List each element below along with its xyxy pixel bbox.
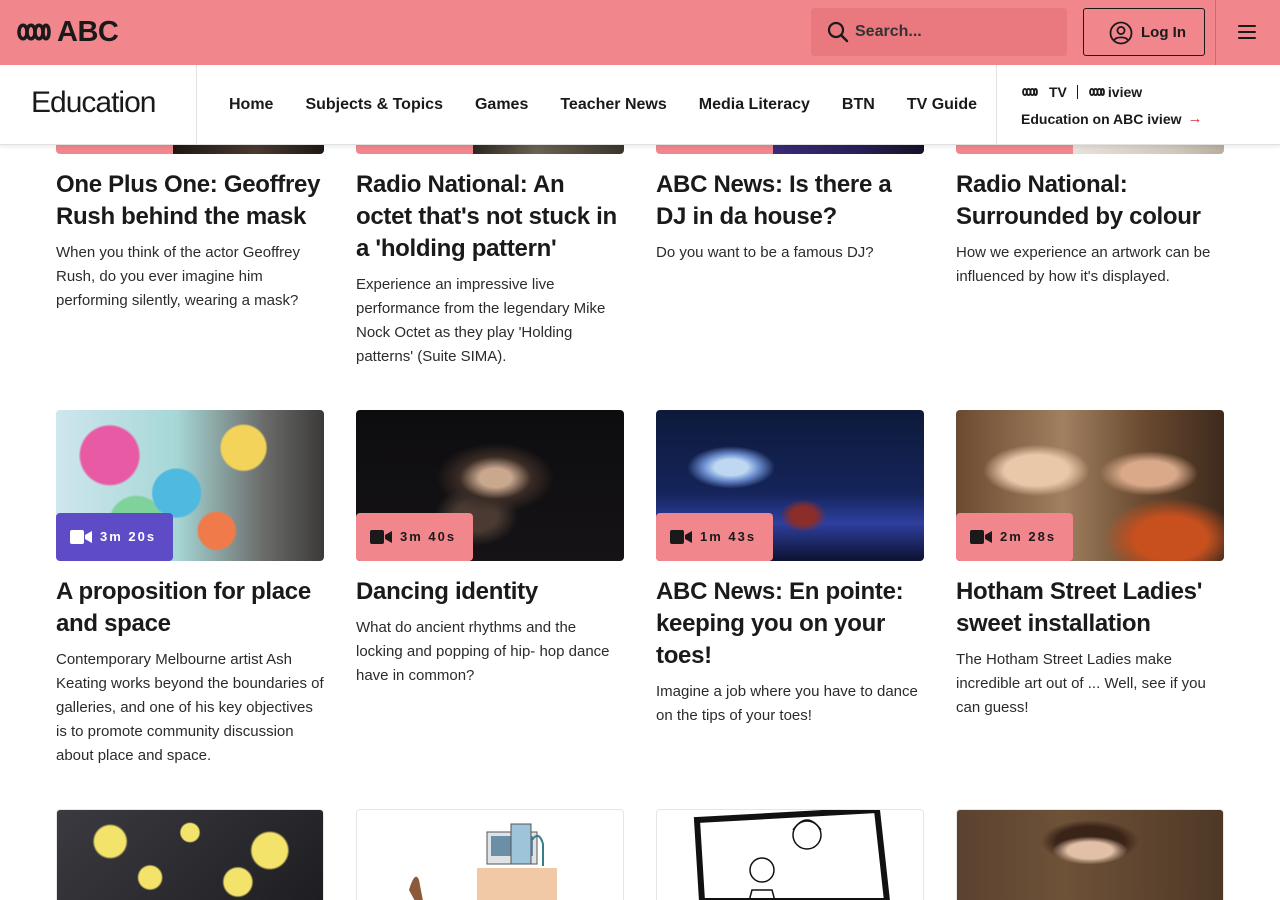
card-description: Do you want to be a famous DJ? [656, 244, 874, 261]
illustration-comic [693, 810, 890, 900]
video-camera-icon [970, 530, 992, 544]
card-title[interactable]: Radio National: An octet that's not stuc… [356, 169, 624, 265]
nav-item-btn[interactable]: BTN [826, 96, 891, 114]
card-description: Experience an impressive live performanc… [356, 276, 606, 365]
card-title[interactable]: Hotham Street Ladies' sweet installation [956, 576, 1224, 640]
card-thumbnail[interactable] [956, 809, 1224, 900]
abc-lissajous-icon [1089, 87, 1105, 97]
iview-link-label: Education on ABC iview [1021, 110, 1182, 127]
search-icon [827, 21, 849, 43]
video-duration-badge: 3m 40s [356, 513, 473, 561]
card-description: Imagine a job where you have to dance on… [656, 683, 918, 724]
nav-item-teacher-news[interactable]: Teacher News [544, 96, 682, 114]
video-camera-icon [70, 530, 92, 544]
iview-promo[interactable]: TV iview Education on ABC iview → [1021, 84, 1203, 127]
card-description: How we experience an artwork can be infl… [956, 244, 1211, 285]
video-duration-badge: 3m 20s [56, 513, 173, 561]
nav-item-games[interactable]: Games [459, 96, 544, 114]
iview-link: Education on ABC iview → [1021, 110, 1203, 127]
card-thumbnail[interactable] [356, 809, 624, 900]
video-camera-icon [370, 530, 392, 544]
abc-iview-logo: iview [1107, 84, 1143, 100]
card-title[interactable]: ABC News: En pointe: keeping you on your… [656, 576, 924, 672]
nav-item-subjects-topics[interactable]: Subjects & Topics [289, 96, 459, 114]
abc-tv-logo: TV [1049, 84, 1067, 100]
nav-item-media-literacy[interactable]: Media Literacy [683, 96, 826, 114]
nav-item-home[interactable]: Home [213, 96, 289, 114]
header-divider [1215, 0, 1216, 65]
search-input[interactable] [855, 8, 1060, 56]
nav-list: Home Subjects & Topics Games Teacher New… [213, 65, 993, 145]
card-title[interactable]: Radio National: Surrounded by colour [956, 169, 1224, 233]
global-header: ABC Log In [0, 0, 1280, 65]
abc-logo[interactable]: ABC [17, 16, 119, 48]
section-nav: Education Home Subjects & Topics Games T… [0, 65, 1280, 145]
card-title[interactable]: One Plus One: Geoffrey Rush behind the m… [56, 169, 324, 233]
section-title[interactable]: Education [31, 86, 156, 120]
card-description: The Hotham Street Ladies make incredible… [956, 651, 1206, 716]
card-thumbnail[interactable] [56, 809, 324, 900]
card-description: What do ancient rhythms and the locking … [356, 619, 610, 684]
video-duration-badge: 1m 43s [656, 513, 773, 561]
nav-divider [996, 65, 997, 145]
card-title[interactable]: Dancing identity [356, 576, 624, 608]
abc-lissajous-icon [17, 23, 51, 41]
card-description: Contemporary Melbourne artist Ash Keatin… [56, 651, 324, 764]
user-circle-icon [1109, 21, 1133, 45]
video-duration-badge: 2m 28s [956, 513, 1073, 561]
login-button[interactable]: Log In [1083, 8, 1205, 56]
illustration-desk [409, 823, 557, 900]
card-title[interactable]: ABC News: Is there a DJ in da house? [656, 169, 924, 233]
video-camera-icon [670, 530, 692, 544]
hamburger-menu-icon[interactable] [1232, 20, 1264, 44]
card-title[interactable]: A proposition for place and space [56, 576, 324, 640]
abc-lissajous-icon [1022, 87, 1038, 97]
video-duration: 2m 28s [1000, 529, 1057, 544]
card-description: When you think of the actor Geoffrey Rus… [56, 244, 301, 309]
video-duration: 3m 40s [400, 529, 457, 544]
login-label: Log In [1141, 24, 1186, 41]
arrow-right-icon: → [1187, 110, 1203, 127]
nav-item-tv-guide[interactable]: TV Guide [891, 96, 993, 114]
search-box[interactable] [811, 8, 1067, 56]
card-thumbnail[interactable] [656, 809, 924, 900]
abc-wordmark: ABC [57, 16, 119, 48]
video-duration: 3m 20s [100, 529, 157, 544]
nav-divider [196, 65, 197, 145]
video-duration: 1m 43s [700, 529, 757, 544]
